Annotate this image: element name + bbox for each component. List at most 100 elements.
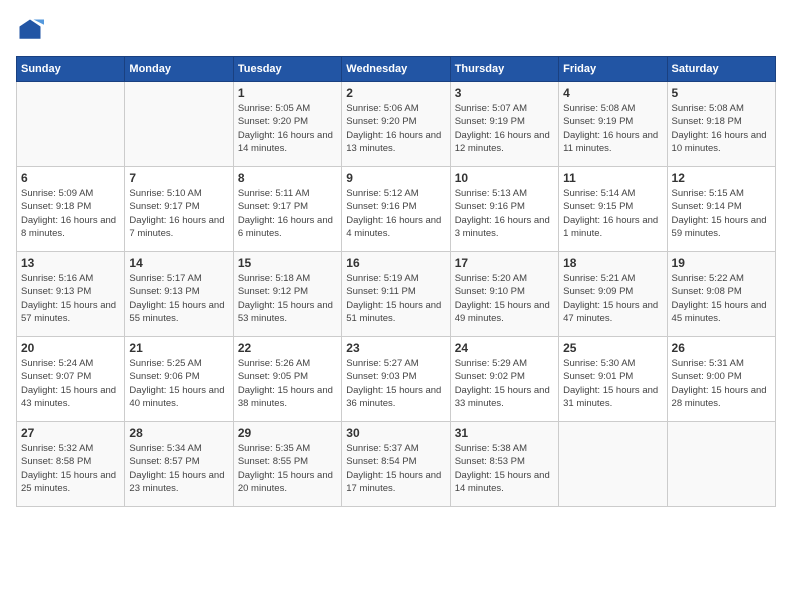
day-info: Sunrise: 5:35 AM Sunset: 8:55 PM Dayligh… [238, 442, 337, 495]
day-number: 23 [346, 341, 445, 355]
day-info: Sunrise: 5:09 AM Sunset: 9:18 PM Dayligh… [21, 187, 120, 240]
calendar-cell [17, 82, 125, 167]
calendar-cell: 10Sunrise: 5:13 AM Sunset: 9:16 PM Dayli… [450, 167, 558, 252]
day-info: Sunrise: 5:38 AM Sunset: 8:53 PM Dayligh… [455, 442, 554, 495]
weekday-header-monday: Monday [125, 57, 233, 82]
day-info: Sunrise: 5:24 AM Sunset: 9:07 PM Dayligh… [21, 357, 120, 410]
day-number: 8 [238, 171, 337, 185]
day-number: 22 [238, 341, 337, 355]
day-info: Sunrise: 5:34 AM Sunset: 8:57 PM Dayligh… [129, 442, 228, 495]
day-info: Sunrise: 5:18 AM Sunset: 9:12 PM Dayligh… [238, 272, 337, 325]
day-number: 12 [672, 171, 771, 185]
calendar-cell: 26 Sunrise: 5:31 AM Sunset: 9:00 PM Dayli… [667, 337, 775, 422]
day-info: Sunrise: 5:08 AM Sunset: 9:18 PM Dayligh… [672, 102, 771, 155]
calendar-cell: 16 Sunrise: 5:19 AM Sunset: 9:11 PM Dayli… [342, 252, 450, 337]
day-number: 5 [672, 86, 771, 100]
day-info: Sunrise: 5:19 AM Sunset: 9:11 PM Dayligh… [346, 272, 445, 325]
day-number: 18 [563, 256, 662, 270]
day-info: Sunrise: 5:31 AM Sunset: 9:00 PM Dayligh… [672, 357, 771, 410]
day-info: Sunrise: 5:25 AM Sunset: 9:06 PM Dayligh… [129, 357, 228, 410]
day-number: 20 [21, 341, 120, 355]
day-info: Sunrise: 5:16 AM Sunset: 9:13 PM Dayligh… [21, 272, 120, 325]
day-info: Sunrise: 5:06 AM Sunset: 9:20 PM Dayligh… [346, 102, 445, 155]
day-number: 29 [238, 426, 337, 440]
calendar-cell: 18 Sunrise: 5:21 AM Sunset: 9:09 PM Dayli… [559, 252, 667, 337]
day-number: 25 [563, 341, 662, 355]
day-info: Sunrise: 5:21 AM Sunset: 9:09 PM Dayligh… [563, 272, 662, 325]
calendar-cell: 1Sunrise: 5:05 AM Sunset: 9:20 PM Daylig… [233, 82, 341, 167]
week-row-3: 13 Sunrise: 5:16 AM Sunset: 9:13 PM Dayli… [17, 252, 776, 337]
weekday-header-friday: Friday [559, 57, 667, 82]
day-info: Sunrise: 5:32 AM Sunset: 8:58 PM Dayligh… [21, 442, 120, 495]
calendar-cell: 29 Sunrise: 5:35 AM Sunset: 8:55 PM Dayli… [233, 422, 341, 507]
page-header [16, 16, 776, 44]
calendar-cell [125, 82, 233, 167]
day-number: 11 [563, 171, 662, 185]
day-info: Sunrise: 5:17 AM Sunset: 9:13 PM Dayligh… [129, 272, 228, 325]
calendar-cell: 11 Sunrise: 5:14 AM Sunset: 9:15 PM Dayli… [559, 167, 667, 252]
calendar-cell: 23 Sunrise: 5:27 AM Sunset: 9:03 PM Dayli… [342, 337, 450, 422]
week-row-1: 1Sunrise: 5:05 AM Sunset: 9:20 PM Daylig… [17, 82, 776, 167]
week-row-2: 6 Sunrise: 5:09 AM Sunset: 9:18 PM Daylig… [17, 167, 776, 252]
calendar-cell: 25 Sunrise: 5:30 AM Sunset: 9:01 PM Dayli… [559, 337, 667, 422]
day-info: Sunrise: 5:29 AM Sunset: 9:02 PM Dayligh… [455, 357, 554, 410]
day-number: 24 [455, 341, 554, 355]
day-number: 30 [346, 426, 445, 440]
weekday-header-sunday: Sunday [17, 57, 125, 82]
day-number: 19 [672, 256, 771, 270]
calendar-cell: 2Sunrise: 5:06 AM Sunset: 9:20 PM Daylig… [342, 82, 450, 167]
logo-icon [16, 16, 44, 44]
calendar-cell: 14 Sunrise: 5:17 AM Sunset: 9:13 PM Dayli… [125, 252, 233, 337]
day-number: 28 [129, 426, 228, 440]
calendar-cell: 9Sunrise: 5:12 AM Sunset: 9:16 PM Daylig… [342, 167, 450, 252]
day-number: 15 [238, 256, 337, 270]
day-number: 7 [129, 171, 228, 185]
day-number: 6 [21, 171, 120, 185]
day-number: 14 [129, 256, 228, 270]
day-number: 17 [455, 256, 554, 270]
calendar-cell: 19 Sunrise: 5:22 AM Sunset: 9:08 PM Dayli… [667, 252, 775, 337]
day-info: Sunrise: 5:20 AM Sunset: 9:10 PM Dayligh… [455, 272, 554, 325]
calendar-cell: 5 Sunrise: 5:08 AM Sunset: 9:18 PM Daylig… [667, 82, 775, 167]
calendar-cell: 7 Sunrise: 5:10 AM Sunset: 9:17 PM Daylig… [125, 167, 233, 252]
day-info: Sunrise: 5:15 AM Sunset: 9:14 PM Dayligh… [672, 187, 771, 240]
day-info: Sunrise: 5:22 AM Sunset: 9:08 PM Dayligh… [672, 272, 771, 325]
day-number: 4 [563, 86, 662, 100]
calendar-cell: 24 Sunrise: 5:29 AM Sunset: 9:02 PM Dayli… [450, 337, 558, 422]
day-number: 3 [455, 86, 554, 100]
day-info: Sunrise: 5:30 AM Sunset: 9:01 PM Dayligh… [563, 357, 662, 410]
calendar-cell: 8Sunrise: 5:11 AM Sunset: 9:17 PM Daylig… [233, 167, 341, 252]
calendar-cell: 30 Sunrise: 5:37 AM Sunset: 8:54 PM Dayli… [342, 422, 450, 507]
calendar-table: SundayMondayTuesdayWednesdayThursdayFrid… [16, 56, 776, 507]
day-number: 16 [346, 256, 445, 270]
weekday-header-tuesday: Tuesday [233, 57, 341, 82]
calendar-cell: 4Sunrise: 5:08 AM Sunset: 9:19 PM Daylig… [559, 82, 667, 167]
day-info: Sunrise: 5:27 AM Sunset: 9:03 PM Dayligh… [346, 357, 445, 410]
day-info: Sunrise: 5:10 AM Sunset: 9:17 PM Dayligh… [129, 187, 228, 240]
calendar-cell: 27Sunrise: 5:32 AM Sunset: 8:58 PM Dayli… [17, 422, 125, 507]
logo [16, 16, 48, 44]
day-info: Sunrise: 5:37 AM Sunset: 8:54 PM Dayligh… [346, 442, 445, 495]
week-row-4: 20 Sunrise: 5:24 AM Sunset: 9:07 PM Dayli… [17, 337, 776, 422]
calendar-cell: 31 Sunrise: 5:38 AM Sunset: 8:53 PM Dayli… [450, 422, 558, 507]
weekday-header-row: SundayMondayTuesdayWednesdayThursdayFrid… [17, 57, 776, 82]
calendar-cell: 17 Sunrise: 5:20 AM Sunset: 9:10 PM Dayli… [450, 252, 558, 337]
day-info: Sunrise: 5:14 AM Sunset: 9:15 PM Dayligh… [563, 187, 662, 240]
calendar-cell: 6 Sunrise: 5:09 AM Sunset: 9:18 PM Daylig… [17, 167, 125, 252]
weekday-header-thursday: Thursday [450, 57, 558, 82]
day-info: Sunrise: 5:12 AM Sunset: 9:16 PM Dayligh… [346, 187, 445, 240]
day-number: 13 [21, 256, 120, 270]
day-number: 26 [672, 341, 771, 355]
calendar-cell [667, 422, 775, 507]
weekday-header-wednesday: Wednesday [342, 57, 450, 82]
calendar-cell: 20 Sunrise: 5:24 AM Sunset: 9:07 PM Dayli… [17, 337, 125, 422]
calendar-cell: 15 Sunrise: 5:18 AM Sunset: 9:12 PM Dayli… [233, 252, 341, 337]
week-row-5: 27Sunrise: 5:32 AM Sunset: 8:58 PM Dayli… [17, 422, 776, 507]
weekday-header-saturday: Saturday [667, 57, 775, 82]
day-number: 1 [238, 86, 337, 100]
calendar-cell [559, 422, 667, 507]
calendar-cell: 12 Sunrise: 5:15 AM Sunset: 9:14 PM Dayli… [667, 167, 775, 252]
day-number: 31 [455, 426, 554, 440]
calendar-cell: 3Sunrise: 5:07 AM Sunset: 9:19 PM Daylig… [450, 82, 558, 167]
day-info: Sunrise: 5:13 AM Sunset: 9:16 PM Dayligh… [455, 187, 554, 240]
